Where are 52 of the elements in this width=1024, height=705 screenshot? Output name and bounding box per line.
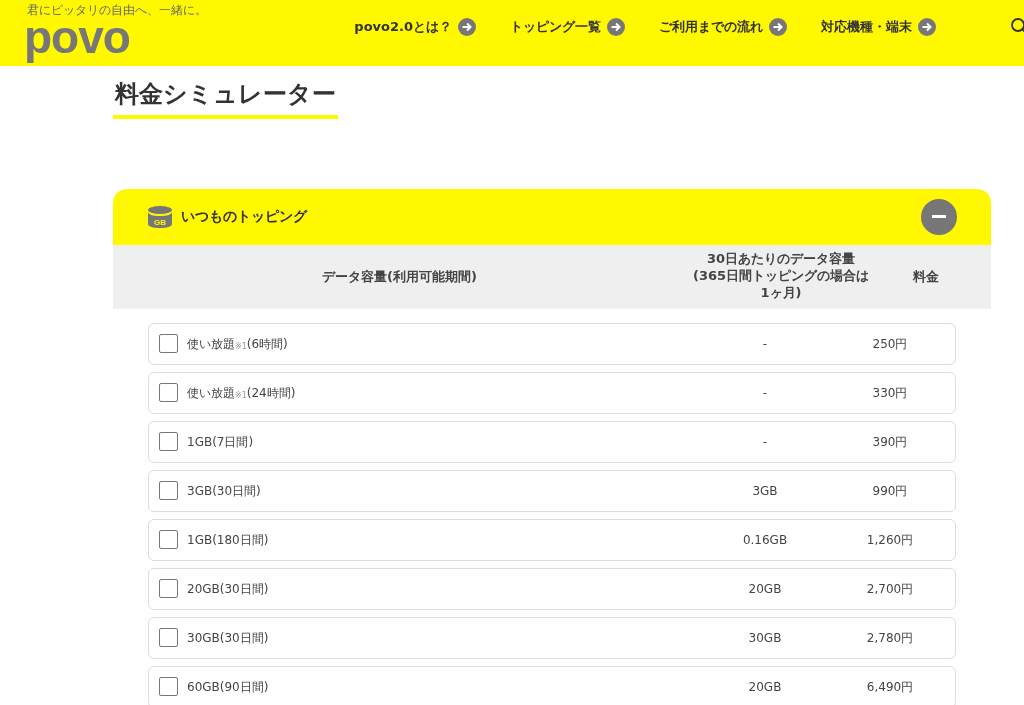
column-header: 料金 bbox=[912, 268, 940, 287]
logo-tagline: 君にピッタリの自由へ、一緒に。 bbox=[26, 4, 207, 16]
plan-price: 330円 bbox=[871, 384, 909, 402]
plan-row[interactable]: 3GB(30日間) 3GB 990円 bbox=[148, 469, 956, 512]
data-per-30-days: 20GB bbox=[695, 579, 835, 598]
column-header: 30日あたりのデータ容量(365日間トッピングの場合は1ヶ月) bbox=[691, 251, 871, 303]
plan-row[interactable]: 使い放題$_{※1}$(6時間) - 250円 bbox=[148, 322, 956, 365]
plan-row[interactable]: 60GB(90日間) 20GB 6,490円 bbox=[148, 665, 956, 705]
page-title: 料金シミュレーター bbox=[113, 80, 338, 119]
plan-price: 990円 bbox=[871, 482, 909, 500]
data-per-30-days: - bbox=[695, 383, 835, 402]
checkbox[interactable] bbox=[159, 677, 178, 697]
plan-row[interactable]: 20GB(30日間) 20GB 2,700円 bbox=[148, 567, 956, 610]
collapse-button[interactable] bbox=[921, 198, 957, 235]
nav-link[interactable]: povo2.0とは？ bbox=[354, 17, 476, 37]
nav-link[interactable]: 対応機種・端末 bbox=[821, 17, 936, 37]
data-per-30-days: - bbox=[695, 432, 835, 451]
checkbox[interactable] bbox=[159, 628, 178, 648]
data-per-30-days: 3GB bbox=[695, 481, 835, 500]
data-per-30-days: 20GB bbox=[695, 677, 835, 696]
checkbox[interactable] bbox=[159, 334, 178, 354]
nav-link[interactable]: トッピング一覧 bbox=[510, 17, 625, 37]
plan-name: 3GB(30日間) bbox=[187, 482, 262, 500]
data-per-30-days: 0.16GB bbox=[695, 530, 835, 549]
plan-name: 使い放題$_{※1}$(6時間) bbox=[187, 335, 289, 353]
plan-price: 2,700円 bbox=[865, 580, 915, 598]
nav-link[interactable]: ご利用までの流れ bbox=[659, 17, 787, 37]
data-per-30-days: 30GB bbox=[695, 628, 835, 647]
plan-row[interactable]: 1GB(180日間) 0.16GB 1,260円 bbox=[148, 518, 956, 561]
checkbox[interactable] bbox=[159, 481, 178, 501]
column-header: データ容量(利用可能期間) bbox=[321, 268, 478, 287]
plan-row[interactable]: 使い放題$_{※1}$(24時間) - 330円 bbox=[148, 371, 956, 414]
plan-price: 6,490円 bbox=[865, 678, 915, 696]
section-title: いつものトッピング bbox=[181, 207, 307, 227]
plan-price: 390円 bbox=[871, 433, 909, 451]
plan-name: 使い放題$_{※1}$(24時間) bbox=[187, 384, 297, 402]
checkbox[interactable] bbox=[159, 579, 178, 599]
plan-name: 1GB(180日間) bbox=[187, 531, 270, 549]
plan-price: 1,260円 bbox=[865, 531, 915, 549]
plan-price: 2,780円 bbox=[865, 629, 915, 647]
plan-name: 20GB(30日間) bbox=[187, 580, 270, 598]
plan-row[interactable]: 30GB(30日間) 30GB 2,780円 bbox=[148, 616, 956, 659]
data-per-30-days: - bbox=[695, 334, 835, 353]
plan-price: 250円 bbox=[871, 335, 909, 353]
checkbox[interactable] bbox=[159, 383, 178, 403]
plan-name: 30GB(30日間) bbox=[187, 629, 270, 647]
section-header[interactable]: GB いつものトッピング bbox=[113, 188, 991, 245]
plan-row[interactable]: 1GB(7日間) - 390円 bbox=[148, 420, 956, 463]
plan-name: 60GB(90日間) bbox=[187, 678, 270, 696]
checkbox[interactable] bbox=[159, 530, 178, 550]
plan-name: 1GB(7日間) bbox=[187, 433, 255, 451]
checkbox[interactable] bbox=[159, 432, 178, 452]
